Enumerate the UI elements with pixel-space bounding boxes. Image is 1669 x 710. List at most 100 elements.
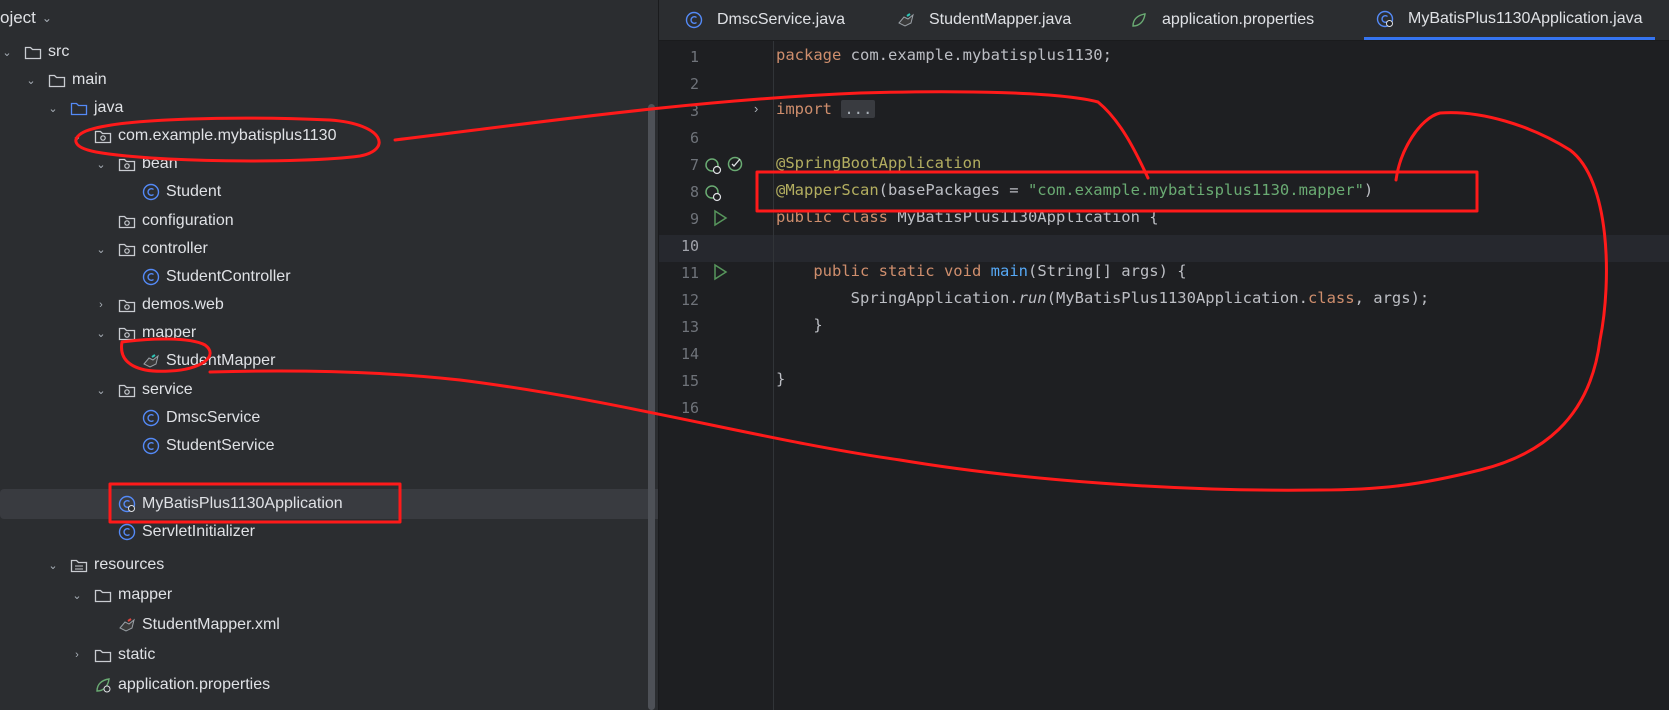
folded-imports[interactable]: ... [841,100,876,118]
chevron-down-icon[interactable]: ⌄ [94,243,108,256]
tree-item-student[interactable]: Student [0,177,658,207]
editor-gutter: 1 2 3 6 7 8 9 10 11 12 13 14 15 16 › [659,41,774,710]
class-icon [142,183,160,201]
tab-label: MyBatisPlus1130Application.java [1408,9,1643,27]
package-icon [118,296,136,314]
tab-label: DmscService.java [717,11,846,28]
chevron-down-icon[interactable]: ⌄ [42,11,52,25]
spring-bean-icon[interactable] [704,157,722,180]
code-line-11[interactable]: public static void main(String[] args) { [776,262,1187,280]
tree-item-student-controller[interactable]: StudentController [0,262,658,292]
folder-icon [94,586,112,604]
package-icon [118,240,136,258]
code-text: MyBatisPlus1130Application { [887,208,1159,226]
tree-item-mapper-package[interactable]: ⌄ mapper [0,318,658,348]
run-icon[interactable] [711,263,729,286]
class-icon [142,268,160,286]
chevron-down-icon[interactable]: ⌄ [24,74,38,87]
line-number: 2 [689,75,699,93]
tree-item-demos-web[interactable]: › demos.web [0,290,658,320]
project-scrollbar[interactable] [648,104,655,710]
keyword: package [776,46,842,64]
tree-item-controller[interactable]: ⌄ controller [0,234,658,264]
package-icon [94,127,112,145]
code-line-15[interactable]: } [776,370,785,388]
tab-student-mapper[interactable]: StudentMapper.java [897,0,1071,40]
tree-item-main[interactable]: ⌄ main [0,65,658,95]
tree-item-application-class[interactable]: MyBatisPlus1130Application [0,489,658,519]
tree-item-label: bean [142,155,178,172]
tree-item-application-properties[interactable]: application.properties [0,670,658,700]
tree-item-service[interactable]: ⌄ service [0,375,658,405]
tree-item-package-root[interactable]: ⌄ com.example.mybatisplus1130 [0,121,658,151]
tree-item-resources[interactable]: ⌄ resources [0,550,658,580]
tree-item-student-service[interactable]: StudentService [0,431,658,461]
class-icon [118,523,136,541]
tree-item-label: application.properties [118,676,271,693]
line-number: 13 [680,318,699,336]
line-number: 14 [680,345,699,363]
tree-item-label: DmscService [166,409,261,426]
line-number: 6 [689,129,699,147]
line-number: 8 [689,183,699,201]
code-editor[interactable]: DmscService.java StudentMapper.java appl… [659,0,1669,710]
tree-item-servlet-initializer[interactable]: ServletInitializer [0,517,658,547]
chevron-right-icon[interactable]: › [94,299,108,311]
keyword: public class [776,208,888,226]
mybatis-xml-icon [118,616,136,634]
chevron-down-icon[interactable]: ⌄ [0,46,14,59]
tree-item-label: resources [94,556,165,573]
tree-item-static[interactable]: › static [0,640,658,670]
tree-item-java[interactable]: ⌄ java [0,93,658,123]
chevron-down-icon[interactable]: ⌄ [46,559,60,572]
chevron-down-icon[interactable]: ⌄ [94,384,108,397]
tree-item-student-mapper[interactable]: StudentMapper [0,346,658,376]
code-line-12[interactable]: SpringApplication.run(MyBatisPlus1130App… [776,289,1430,307]
tree-item-mapper-folder[interactable]: ⌄ mapper [0,580,658,610]
tree-item-src[interactable]: ⌄ src [0,37,650,67]
run-icon[interactable] [711,209,729,232]
code-line-1[interactable]: package com.example.mybatisplus1130; [776,46,1112,64]
chevron-down-icon[interactable]: ⌄ [46,102,60,115]
tab-application-class[interactable]: MyBatisPlus1130Application.java [1364,0,1655,40]
code-text: , args); [1354,289,1430,307]
folder-icon [94,646,112,664]
fold-chevron-icon[interactable]: › [754,101,758,116]
code-line-9[interactable]: public class MyBatisPlus1130Application … [776,208,1159,226]
folder-icon [48,71,66,89]
code-text: (String[] args) { [1027,262,1187,280]
chevron-down-icon[interactable]: ⌄ [94,327,108,340]
code-line-7[interactable]: @SpringBootApplication [776,154,981,172]
chevron-down-icon[interactable]: ⌄ [70,589,84,602]
chevron-down-icon[interactable]: ⌄ [70,130,84,143]
code-line-13[interactable]: } [776,316,822,334]
tree-item-student-mapper-xml[interactable]: StudentMapper.xml [0,610,658,640]
spring-leaf-icon [1130,11,1148,29]
code-line-8[interactable]: @MapperScan(basePackages = "com.example.… [776,181,1373,199]
tree-item-configuration[interactable]: configuration [0,206,658,236]
source-folder-icon [70,99,88,117]
tab-dmsc-service[interactable]: DmscService.java [685,0,845,40]
tab-label: StudentMapper.java [929,11,1072,28]
project-panel-header[interactable]: oject ⌄ [0,0,52,36]
package-icon [118,381,136,399]
project-panel: oject ⌄ ⌄ src ⌄ main ⌄ java ⌄ com.exampl… [0,0,658,710]
line-number: 9 [689,210,699,228]
editor-tab-bar: DmscService.java StudentMapper.java appl… [659,0,1669,41]
spring-bean-icon[interactable] [704,184,722,207]
code-line-3[interactable]: import ... [776,100,876,118]
tab-application-properties[interactable]: application.properties [1130,0,1314,40]
tree-item-label: controller [142,240,208,257]
tree-item-dmsc-service[interactable]: DmscService [0,403,658,433]
chevron-down-icon[interactable]: ⌄ [94,158,108,171]
spring-config-icon[interactable] [726,155,744,178]
tree-item-label: demos.web [142,296,224,313]
tree-item-bean[interactable]: ⌄ bean [0,149,658,179]
line-number: 16 [680,399,699,417]
chevron-right-icon[interactable]: › [70,649,84,661]
code-text: SpringApplication. [850,289,1019,307]
code-text: (basePackages = [878,181,1028,199]
keyword: import [776,100,832,118]
